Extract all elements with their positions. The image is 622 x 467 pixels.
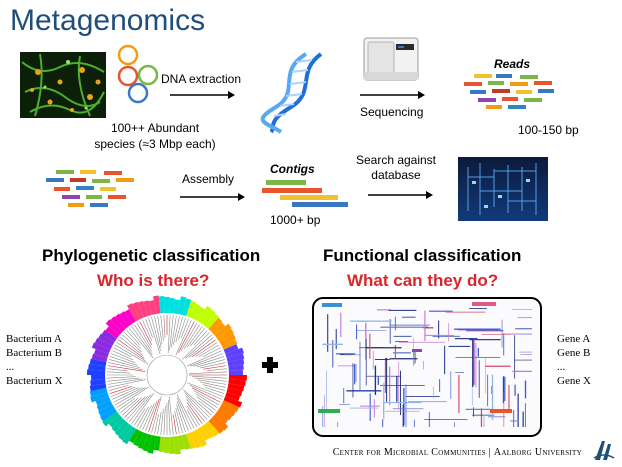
center-name: Center for Microbial Communities	[332, 447, 486, 458]
list-item: Gene A	[557, 333, 591, 345]
tree-branch	[203, 365, 227, 370]
tree-branch	[184, 392, 210, 418]
plus-icon	[262, 357, 278, 373]
ring-segment	[164, 297, 170, 314]
reads-label: Reads	[494, 57, 531, 71]
tree-branch	[194, 377, 227, 382]
tree-branch	[197, 399, 214, 413]
tree-branch	[107, 368, 128, 372]
tree-branch	[108, 385, 129, 391]
page-title: Metagenomics	[10, 4, 206, 37]
tree-branch	[163, 405, 166, 435]
tree-branch	[139, 321, 152, 345]
gene-list: Gene A Gene B ... Gene X	[557, 332, 591, 388]
tree-branch	[168, 399, 171, 435]
tree-branch	[157, 411, 162, 435]
pathway-highlight	[318, 409, 340, 413]
tree-branch	[183, 389, 212, 416]
tree-branch	[206, 368, 227, 372]
tree-branch	[191, 339, 216, 358]
metabolic-pathway-map	[312, 297, 542, 437]
tree-branch	[107, 377, 140, 382]
sequencer-icon	[363, 37, 419, 81]
sequencing-label: Sequencing	[360, 105, 424, 119]
tree-branch	[126, 330, 141, 346]
species-line1: 100++ Abundant	[110, 121, 200, 135]
tree-branch	[193, 330, 208, 346]
phylogenetic-heading: Phylogenetic classification	[42, 246, 261, 265]
pathway-highlight	[322, 303, 342, 307]
tree-branch	[139, 405, 152, 429]
contigs-fragments	[262, 180, 348, 207]
bacterium-list: Bacterium A Bacterium B ... Bacterium X	[6, 332, 63, 388]
footer-credit: Center for Microbial Communities | Aalbo…	[333, 447, 582, 458]
tree-branch	[129, 328, 154, 359]
tree-branch	[174, 411, 180, 434]
tree-branch	[188, 371, 227, 375]
tree-branch	[124, 332, 142, 350]
search-line1: Search against	[355, 153, 437, 167]
contigs-label: Contigs	[270, 162, 315, 176]
tree-branch	[169, 315, 174, 351]
tree-branch	[175, 320, 192, 356]
tree-branch	[134, 408, 146, 426]
map-frame	[312, 297, 542, 437]
tree-branch	[191, 376, 227, 379]
list-item: Bacterium A	[6, 333, 62, 345]
university-logo-icon	[593, 441, 615, 460]
dna-helix-icon	[260, 52, 323, 134]
tree-branch	[196, 396, 216, 411]
footer-separator: |	[488, 447, 492, 458]
species-circles-icon	[117, 44, 159, 104]
university-name: Aalborg University	[493, 447, 582, 458]
list-item: Bacterium X	[6, 375, 63, 387]
assembly-label: Assembly	[182, 172, 235, 186]
pathway-highlight	[490, 409, 512, 413]
tree-branch	[131, 392, 155, 424]
list-item: Gene B	[557, 347, 591, 359]
search-line2: database	[371, 168, 421, 182]
tree-branch	[118, 398, 135, 411]
arrow-icon	[368, 191, 433, 199]
tree-branch	[107, 371, 131, 374]
dna-extraction-label: DNA extraction	[161, 72, 242, 86]
tree-branch	[186, 350, 222, 367]
list-item: Bacterium B	[6, 347, 62, 359]
tree-branch	[151, 396, 162, 434]
list-item: ...	[557, 361, 566, 373]
phylogenetic-tree-circle	[87, 295, 247, 455]
tree-center	[146, 354, 188, 396]
pathway-highlight	[412, 349, 422, 352]
arrow-icon	[170, 91, 235, 99]
functional-question: What can they do?	[347, 271, 499, 290]
functional-heading: Functional classification	[323, 246, 522, 265]
species-line2: species (≈3 Mbp each)	[94, 137, 216, 151]
read-fragments-left	[46, 170, 134, 207]
contigs-length: 1000+ bp	[270, 213, 321, 227]
tree-branch	[163, 315, 166, 339]
reads-fragments	[464, 74, 554, 109]
pathway-highlight	[472, 302, 496, 306]
arrow-icon	[360, 91, 425, 99]
reads-length: 100-150 bp	[518, 123, 579, 137]
database-image	[458, 157, 548, 221]
phylogenetic-question: Who is there?	[97, 271, 210, 290]
ring-segment	[164, 436, 170, 453]
microscopy-image	[20, 52, 106, 118]
arrow-icon	[180, 193, 245, 201]
list-item: ...	[6, 361, 15, 373]
tree-branch	[107, 376, 137, 379]
list-item: Gene X	[557, 375, 591, 387]
